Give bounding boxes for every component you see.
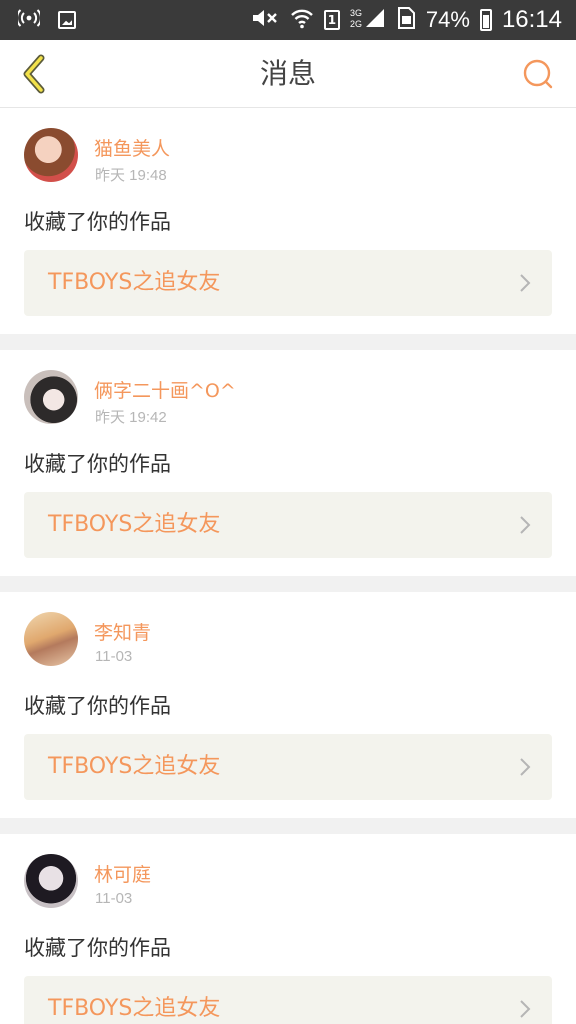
chevron-right-icon [518,976,532,1024]
work-title: TFBOYS之追女友 [48,270,221,295]
hotspot-icon [16,9,42,31]
sim-card-icon [396,7,416,33]
action-text: 收藏了你的作品 [24,694,171,718]
status-right: 1 3G 2G 74% 16:14 [250,6,562,34]
sender-name[interactable]: 李知青 [94,618,151,645]
avatar[interactable] [24,370,78,424]
battery-percent: 74% [425,7,470,32]
battery-icon [479,9,492,31]
sender-name[interactable]: 俩字二十画^O^ [94,376,236,403]
message-item: 李知青 11-03 收藏了你的作品 TFBOYS之追女友 [0,592,576,818]
work-title: TFBOYS之追女友 [48,754,221,779]
mute-icon [250,7,280,33]
action-text: 收藏了你的作品 [24,210,171,234]
divider [0,334,576,350]
chevron-right-icon [518,734,532,800]
message-item: 林可庭 11-03 收藏了你的作品 TFBOYS之追女友 [0,834,576,1024]
sender-name[interactable]: 猫鱼美人 [94,134,170,161]
sim-slot-icon: 1 [323,10,340,30]
divider [0,576,576,592]
work-title: TFBOYS之追女友 [48,996,221,1021]
status-left [16,9,76,31]
wifi-icon [290,7,314,33]
message-list: 猫鱼美人 昨天 19:48 收藏了你的作品 TFBOYS之追女友 俩字二十画^O… [0,108,576,1024]
status-bar: 1 3G 2G 74% 16:14 [0,0,576,40]
message-time: 昨天 19:42 [95,409,167,426]
action-text: 收藏了你的作品 [24,936,171,960]
message-item: 俩字二十画^O^ 昨天 19:42 收藏了你的作品 TFBOYS之追女友 [0,350,576,576]
avatar[interactable] [24,128,78,182]
work-link[interactable]: TFBOYS之追女友 [24,492,552,558]
page-title: 消息 [259,57,316,90]
chevron-right-icon [518,492,532,558]
gallery-notification-icon [58,11,76,29]
work-link[interactable]: TFBOYS之追女友 [24,734,552,800]
chevron-right-icon [518,250,532,316]
clock: 16:14 [501,6,562,33]
work-link[interactable]: TFBOYS之追女友 [24,250,552,316]
sender-name[interactable]: 林可庭 [94,860,151,887]
message-time: 昨天 19:48 [95,167,167,184]
avatar[interactable] [24,854,78,908]
nav-bar: 消息 [0,40,576,108]
avatar[interactable] [24,612,78,666]
svg-text:3G: 3G [350,8,362,18]
search-button[interactable] [520,56,556,92]
signal-icon: 3G 2G [350,7,386,33]
work-link[interactable]: TFBOYS之追女友 [24,976,552,1024]
message-time: 11-03 [95,890,133,907]
action-text: 收藏了你的作品 [24,452,171,476]
search-icon [523,59,553,89]
svg-text:2G: 2G [350,19,362,29]
message-time: 11-03 [95,648,133,665]
work-title: TFBOYS之追女友 [48,512,221,537]
message-item: 猫鱼美人 昨天 19:48 收藏了你的作品 TFBOYS之追女友 [0,108,576,334]
divider [0,818,576,834]
